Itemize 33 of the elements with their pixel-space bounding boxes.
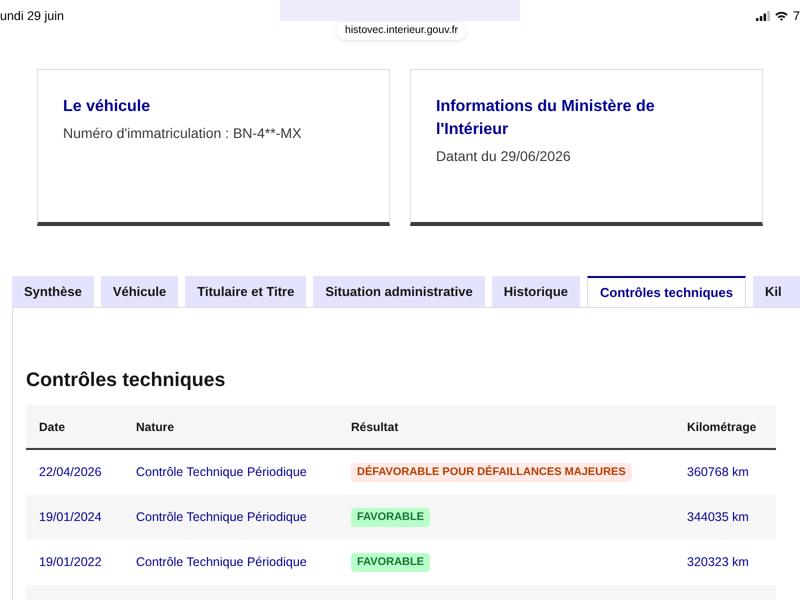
mileage-cell-text: 360768 km <box>687 464 749 482</box>
date-cell-text: 19/01/2024 <box>39 509 102 526</box>
tab[interactable]: Situation administrative <box>313 276 485 307</box>
section-title: Contrôles techniques <box>26 368 226 393</box>
mileage-cell-text: 320323 km <box>687 554 749 572</box>
card-title: Informations du Ministère de l'Intérieur <box>436 97 656 140</box>
card-title: Le véhicule <box>63 97 150 117</box>
column-header: Date <box>39 418 66 436</box>
mileage-cell-text: 344035 km <box>687 509 749 526</box>
tab[interactable]: Historique <box>492 276 580 307</box>
result-badge: FAVORABLE <box>351 553 430 572</box>
status-date: undi 29 juin <box>0 8 64 25</box>
column-header: Nature <box>136 418 174 436</box>
tab[interactable]: Contrôles techniques <box>587 276 746 307</box>
column-header: Kilométrage <box>687 418 756 436</box>
date-cell-text: 19/01/2022 <box>39 554 102 572</box>
tab[interactable]: Synthèse <box>12 276 94 307</box>
result-badge: DÉFAVORABLE POUR DÉFAILLANCES MAJEURES <box>351 463 632 482</box>
signal-icon <box>756 11 770 21</box>
nature-cell-text: Contrôle Technique Périodique <box>136 554 307 572</box>
tab[interactable]: Kil <box>752 276 800 307</box>
result-badge: FAVORABLE <box>351 508 430 527</box>
column-header: Résultat <box>351 418 398 436</box>
card-text: Datant du 29/06/2026 <box>436 147 571 166</box>
url-pill[interactable]: histovec.interieur.gouv.fr <box>337 22 466 40</box>
battery-percentage: 7 <box>793 8 800 25</box>
wifi-icon <box>775 11 788 21</box>
tab[interactable]: Titulaire et Titre <box>185 276 306 307</box>
tab[interactable]: Véhicule <box>100 276 178 307</box>
nature-cell-text: Contrôle Technique Périodique <box>136 464 307 482</box>
nature-cell-text: Contrôle Technique Périodique <box>136 509 307 526</box>
date-cell-text: 22/04/2026 <box>39 464 102 482</box>
card-text: Numéro d'immatriculation : BN-4**-MX <box>63 124 302 143</box>
